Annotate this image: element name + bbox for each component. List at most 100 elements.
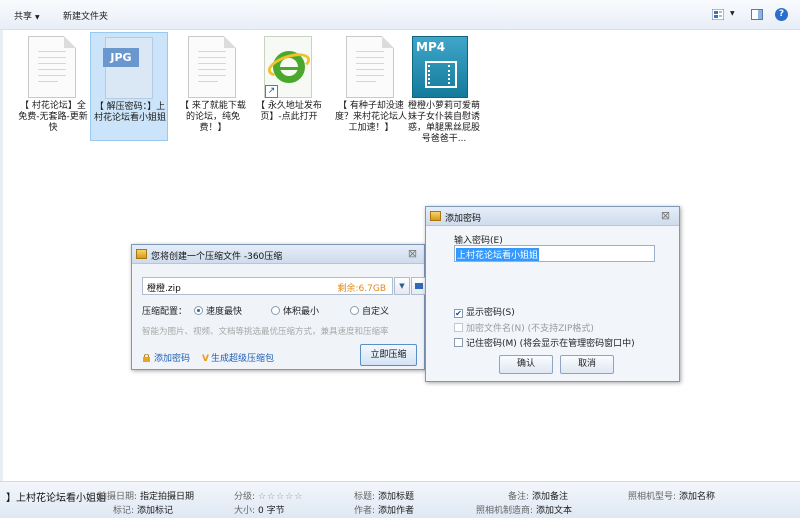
field-value: 添加作者 [378, 506, 415, 516]
cancel-button[interactable]: 取消 [560, 355, 614, 374]
path-dropdown-button[interactable]: ▼ [394, 277, 410, 295]
field-key: 备注: [508, 492, 530, 502]
size-field: 大小: 0 字节 [234, 503, 285, 516]
field-value: 添加名称 [679, 492, 716, 502]
mp4-tag: MP4 [416, 40, 446, 54]
field-key: 作者: [354, 506, 376, 516]
free-space-label: 剩余:6.7GB [337, 284, 387, 294]
heading-field[interactable]: 标题: 添加标题 [354, 489, 414, 502]
radio-custom[interactable]: 自定义 [350, 304, 389, 317]
checkbox-label: 显示密码(S) [466, 308, 515, 318]
radio-selected-icon [194, 306, 203, 315]
file-item[interactable]: ↗ 【 永久地址发布页】-点此打开 [250, 32, 328, 141]
rating-stars-icon[interactable]: ☆☆☆☆☆ [258, 492, 303, 502]
field-value: 添加文本 [536, 506, 573, 516]
file-name: 【 有种子却没速度？来村花论坛人工加速！】 [334, 101, 407, 133]
super-compress-label: 生成超级压缩包 [210, 354, 274, 364]
ok-button[interactable]: 确认 [499, 355, 553, 374]
jpg-tag: JPG [103, 48, 139, 67]
view-icon[interactable] [712, 9, 724, 20]
file-item[interactable]: 【 有种子却没速度？来村花论坛人工加速！】 [332, 32, 410, 141]
close-icon[interactable]: ⊠ [405, 247, 420, 260]
compress-hint: 智能为图片、视频、文档等挑选最优压缩方式，兼具速度和压缩率 [142, 327, 389, 337]
field-value: 添加标记 [137, 506, 174, 516]
browse-folder-button[interactable] [411, 277, 426, 295]
lock-icon [143, 354, 150, 362]
file-name: 【 来了就能下载的论坛，纯免费！】 [180, 101, 246, 133]
shortcut-arrow-icon: ↗ [265, 85, 278, 98]
field-key: 照相机型号: [628, 492, 677, 502]
field-value: 添加备注 [532, 492, 569, 502]
checkbox-label: 加密文件名(N) (不支持ZIP格式) [466, 324, 594, 334]
document-icon [28, 36, 76, 98]
radio-label: 速度最快 [206, 307, 243, 317]
file-name: 橙橙小萝莉可爱萌妹子女仆装自慰诱惑，单腿黑丝屁股号爸爸干... [407, 101, 480, 144]
field-key: 标题: [354, 492, 376, 502]
config-label: 压缩配置： [142, 307, 188, 317]
file-item[interactable]: 【 来了就能下载的论坛，纯免费！】 [174, 32, 252, 141]
field-key: 大小: [234, 506, 256, 516]
add-password-link[interactable]: 添加密码 [142, 351, 190, 364]
file-item[interactable]: 【 村花论坛】全免费-无套路-更新快 [14, 32, 92, 141]
radio-icon [271, 306, 280, 315]
show-password-checkbox[interactable]: ✔ 显示密码(S) [454, 305, 515, 318]
file-name: 【 村花论坛】全免费-无套路-更新快 [18, 101, 88, 133]
archive-filename-input[interactable]: 橙橙.zip 剩余:6.7GB [142, 277, 393, 295]
checkbox-icon [454, 323, 463, 332]
password-input[interactable]: 上村花论坛看小姐姐 [454, 245, 655, 262]
v-icon: V [202, 354, 209, 364]
file-name: 【 永久地址发布页】-点此打开 [256, 101, 322, 122]
password-dialog-titlebar[interactable]: 添加密码 ⊠ [426, 207, 679, 226]
file-name: 【 解压密码：】上村花论坛看小姐姐 [93, 102, 166, 123]
archive-icon [136, 249, 147, 259]
camera-maker-field[interactable]: 照相机制造商: 添加文本 [476, 503, 572, 516]
window-left-edge [0, 30, 3, 481]
document-icon [346, 36, 394, 98]
rating-field[interactable]: 分级: ☆☆☆☆☆ [234, 489, 303, 502]
compress-dialog: 您将创建一个压缩文件 -360压缩 ⊠ 橙橙.zip 剩余:6.7GB ▼ 压缩… [131, 244, 426, 370]
password-value: 上村花论坛看小姐姐 [456, 248, 540, 261]
jpg-icon: JPG [103, 37, 153, 99]
radio-smallest[interactable]: 体积最小 [271, 304, 319, 317]
radio-label: 体积最小 [283, 307, 320, 317]
ie-shortcut-icon: ↗ [264, 36, 314, 98]
new-folder-button[interactable]: 新建文件夹 [63, 9, 108, 22]
radio-fastest[interactable]: 速度最快 [194, 304, 242, 317]
archive-filename-value: 橙橙.zip [147, 284, 181, 294]
archive-icon [430, 211, 441, 221]
close-icon[interactable]: ⊠ [658, 209, 673, 222]
field-key: 分级: [234, 492, 256, 502]
share-label: 共享 [14, 12, 33, 22]
chevron-down-icon: ▼ [35, 14, 40, 21]
share-button[interactable]: 共享 ▼ [14, 9, 40, 22]
file-item[interactable]: MP4 橙橙小萝莉可爱萌妹子女仆装自慰诱惑，单腿黑丝屁股号爸爸干... [404, 32, 484, 144]
file-item-selected[interactable]: JPG 【 解压密码：】上村花论坛看小姐姐 [90, 32, 168, 141]
encrypt-filename-checkbox[interactable]: 加密文件名(N) (不支持ZIP格式) [454, 321, 594, 334]
compress-now-button[interactable]: 立即压缩 [360, 344, 417, 366]
field-value: 0 字节 [258, 506, 285, 516]
add-password-label: 添加密码 [154, 354, 191, 364]
password-dialog: 添加密码 ⊠ 输入密码(E) 上村花论坛看小姐姐 ✔ 显示密码(S) 加密文件名(… [425, 206, 680, 382]
compress-dialog-titlebar[interactable]: 您将创建一个压缩文件 -360压缩 ⊠ [132, 245, 424, 264]
tags-field[interactable]: 标记: 添加标记 [113, 503, 173, 516]
checkbox-checked-icon: ✔ [454, 309, 463, 318]
super-compress-link[interactable]: V 生成超级压缩包 [202, 351, 274, 364]
field-key: 照相机制造商: [476, 506, 534, 516]
author-field[interactable]: 作者: 添加作者 [354, 503, 414, 516]
field-key: 拍摄日期: [98, 492, 138, 502]
camera-model-field[interactable]: 照相机型号: 添加名称 [628, 489, 715, 502]
field-key: 标记: [113, 506, 135, 516]
password-dialog-title: 添加密码 [445, 214, 482, 224]
field-value: 指定拍摄日期 [140, 492, 195, 502]
details-pane: 】上村花论坛看小姐姐 拍摄日期: 指定拍摄日期 标记: 添加标记 分级: ☆☆☆☆☆ … [0, 481, 800, 518]
explorer-toolbar: 共享 ▼ 新建文件夹 ▼ ? [0, 0, 800, 30]
preview-pane-icon[interactable] [751, 9, 763, 20]
date-taken-field[interactable]: 拍摄日期: 指定拍摄日期 [98, 489, 194, 502]
comment-field[interactable]: 备注: 添加备注 [508, 489, 568, 502]
view-options-chevron-icon[interactable]: ▼ [730, 10, 735, 17]
document-icon [188, 36, 236, 98]
help-icon[interactable]: ? [775, 8, 788, 21]
checkbox-icon [454, 338, 463, 347]
field-value: 添加标题 [378, 492, 415, 502]
remember-password-checkbox[interactable]: 记住密码(M) (将会显示在管理密码窗口中) [454, 336, 635, 349]
